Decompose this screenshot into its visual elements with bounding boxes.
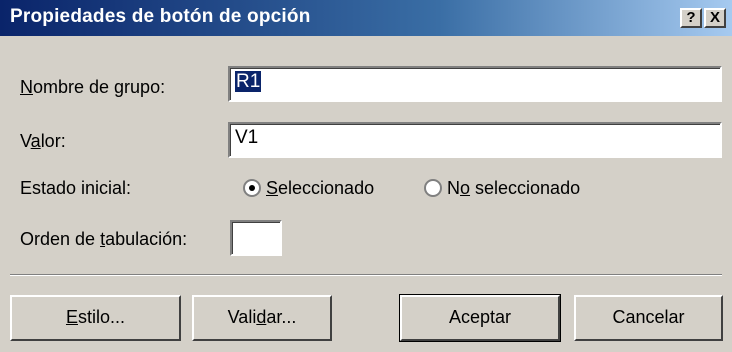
- style-button[interactable]: Estilo...: [10, 295, 181, 341]
- tab-order-label-start: Orden de: [20, 229, 101, 249]
- value-label: Valor:: [20, 131, 66, 152]
- radio-not-selected-label[interactable]: No seleccionado: [447, 178, 580, 199]
- separator: [10, 274, 722, 276]
- help-button[interactable]: ?: [680, 8, 702, 28]
- radio-selected-label-accel: S: [266, 178, 279, 198]
- radio-button-properties-dialog: Propiedades de botón de opción ? X Nombr…: [0, 0, 732, 352]
- group-name-label-accel: N: [20, 77, 33, 97]
- radio-selected[interactable]: [243, 179, 261, 197]
- value-input[interactable]: V1: [228, 122, 722, 158]
- tab-order-label: Orden de tabulación:: [20, 229, 187, 250]
- validate-button-accel: d: [256, 307, 267, 327]
- title-bar[interactable]: Propiedades de botón de opción ? X: [0, 0, 732, 36]
- value-label-rest: lor:: [40, 131, 66, 151]
- style-button-rest: stilo...: [78, 307, 126, 327]
- tab-order-label-rest: abulación:: [105, 229, 188, 249]
- initial-state-label: Estado inicial:: [20, 178, 132, 198]
- radio-not-selected[interactable]: [424, 179, 442, 197]
- group-name-input[interactable]: R1: [228, 66, 722, 102]
- group-name-label: Nombre de grupo:: [20, 77, 165, 98]
- validate-button-rest: ar...: [266, 307, 297, 327]
- validate-button[interactable]: Validar...: [192, 295, 332, 341]
- window-title: Propiedades de botón de opción: [10, 6, 311, 27]
- value-label-start: V: [20, 131, 31, 151]
- group-name-value: R1: [235, 71, 262, 92]
- radio-selected-label[interactable]: Seleccionado: [266, 178, 374, 199]
- accept-button[interactable]: Aceptar: [399, 294, 561, 342]
- close-button[interactable]: X: [704, 8, 726, 28]
- radio-not-selected-label-start: N: [447, 178, 460, 198]
- radio-not-selected-label-accel: o: [460, 178, 471, 198]
- radio-not-selected-label-rest: seleccionado: [470, 178, 581, 198]
- tab-order-input[interactable]: [230, 220, 282, 256]
- cancel-button[interactable]: Cancelar: [574, 295, 723, 341]
- group-name-label-rest: ombre de grupo:: [33, 77, 166, 97]
- value-label-accel: a: [30, 131, 41, 151]
- style-button-accel: E: [65, 307, 78, 327]
- radio-selected-label-rest: eleccionado: [278, 178, 375, 198]
- validate-button-start: Vali: [227, 307, 257, 327]
- value-input-value: V1: [235, 127, 259, 148]
